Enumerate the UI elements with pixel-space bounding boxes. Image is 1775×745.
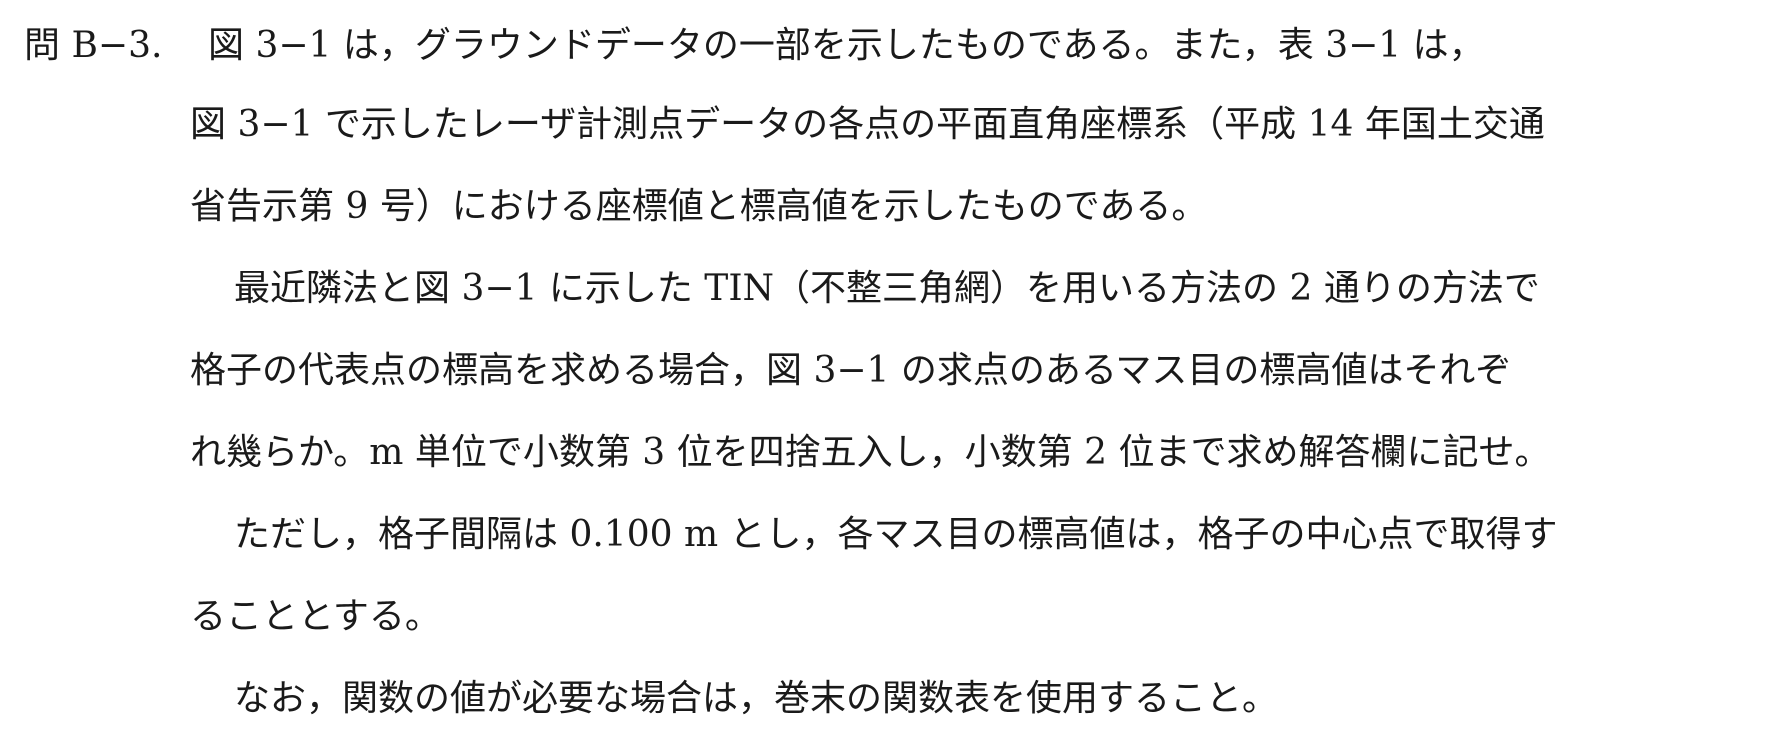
body-line-2: 省告示第 9 号）における座標値と標高値を示したものである。 xyxy=(190,186,1208,227)
body-line-3: 最近隣法と図 3−1 に示した TIN（不整三角網）を用いる方法の 2 通りの方… xyxy=(234,268,1540,309)
body-line-1: 図 3−1 で示したレーザ計測点データの各点の平面直角座標系（平成 14 年国土… xyxy=(190,104,1545,145)
body-line-4: 格子の代表点の標高を求める場合，図 3−1 の求点のあるマス目の標高値はそれぞ xyxy=(190,350,1512,391)
question-first-line: 図 3−1 は，グラウンドデータの一部を示したものである。また，表 3−1 は， xyxy=(208,25,1485,66)
question-number: 問 B−3. xyxy=(24,25,163,66)
body-line-7: ることとする。 xyxy=(190,596,441,637)
body-line-6: ただし，格子間隔は 0.100 m とし，各マス目の標高値は，格子の中心点で取得… xyxy=(234,514,1558,555)
question-header: 問 B−3. 図 3−1 は，グラウンドデータの一部を示したものである。また，表… xyxy=(24,10,1764,74)
question-page: 問 B−3. 図 3−1 は，グラウンドデータの一部を示したものである。また，表… xyxy=(0,0,1775,745)
body-line-8: なお，関数の値が必要な場合は，巻末の関数表を使用すること。 xyxy=(234,678,1279,719)
body-line-5: れ幾らか。m 単位で小数第 3 位を四捨五入し，小数第 2 位まで求め解答欄に記… xyxy=(190,432,1551,473)
question-body: 図 3−1 で示したレーザ計測点データの各点の平面直角座標系（平成 14 年国土… xyxy=(190,84,1760,740)
